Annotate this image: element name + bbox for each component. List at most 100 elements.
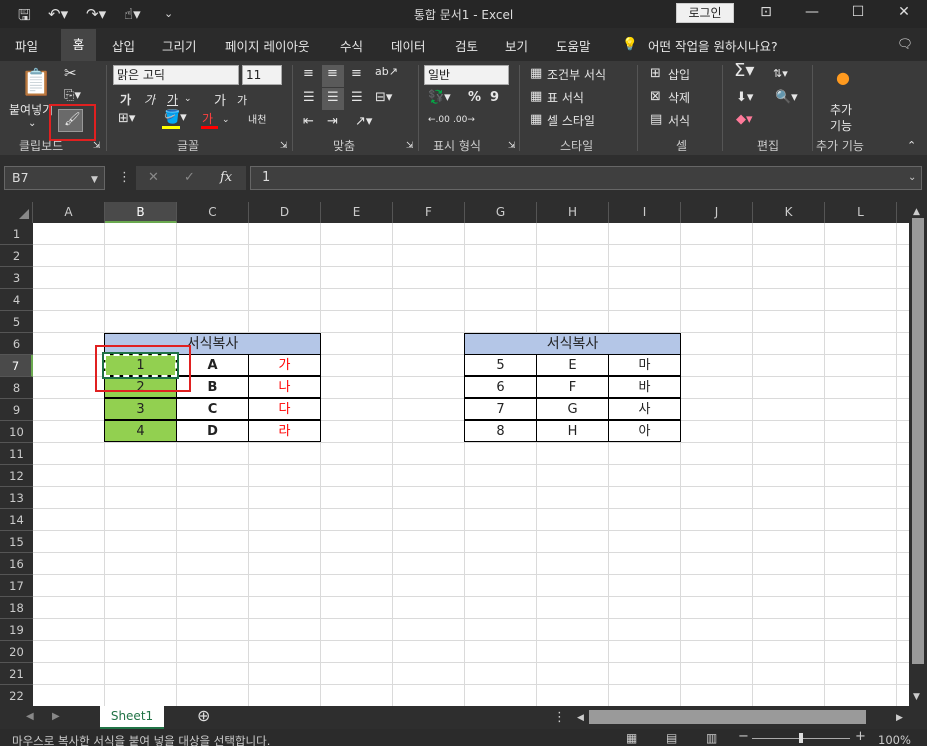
accounting-format-icon[interactable]: 💱▾ — [428, 91, 451, 105]
tab-formulas[interactable]: 수식 — [340, 36, 363, 55]
cancel-icon[interactable]: ✕ — [148, 171, 159, 185]
cell-i9[interactable]: 사 — [608, 398, 681, 420]
zoom-slider-handle[interactable] — [799, 733, 803, 743]
bottom-align-icon[interactable]: ≡ — [351, 67, 362, 81]
next-sheet-icon[interactable]: ▶ — [52, 710, 60, 724]
minimize-icon[interactable]: — — [797, 4, 827, 20]
page-break-view-icon[interactable]: ▥ — [706, 731, 717, 745]
autosum-icon[interactable]: Σ▾ — [734, 62, 754, 80]
column-header[interactable]: A — [33, 202, 105, 223]
cell-b9[interactable]: 3 — [104, 398, 177, 420]
row-header[interactable]: 17 — [0, 575, 33, 597]
align-left-icon[interactable]: ☰ — [303, 91, 315, 105]
column-header-selected[interactable]: B — [105, 202, 177, 223]
cell-d10[interactable]: 라 — [248, 420, 321, 442]
tab-data[interactable]: 데이터 — [391, 36, 426, 55]
cell-b10[interactable]: 4 — [104, 420, 177, 442]
comments-icon[interactable]: 🗨 — [897, 36, 913, 52]
dialog-launcher-icon[interactable]: ⇲ — [280, 139, 288, 153]
font-name-select[interactable]: 맑은 고딕 — [113, 65, 239, 85]
column-header[interactable]: C — [177, 202, 249, 223]
top-align-icon[interactable]: ≡ — [303, 67, 314, 81]
add-ins-button-line1[interactable]: 추가 — [830, 101, 852, 118]
cell-g7[interactable]: 5 — [464, 354, 537, 376]
chevron-down-icon[interactable]: ⌄ — [184, 92, 192, 106]
row-header[interactable]: 6 — [0, 333, 33, 355]
row-header[interactable]: 21 — [0, 663, 33, 685]
sort-filter-icon[interactable]: ⇅▾ — [773, 67, 788, 81]
sheet-tab-sheet1[interactable]: Sheet1 — [100, 706, 164, 729]
close-icon[interactable]: ✕ — [889, 4, 919, 20]
expand-formula-bar-icon[interactable]: ⌄ — [908, 171, 916, 185]
row-header[interactable]: 5 — [0, 311, 33, 333]
chevron-down-icon[interactable]: ▼ — [91, 173, 98, 187]
italic-button[interactable]: 가 — [144, 91, 155, 108]
row-header[interactable]: 1 — [0, 223, 33, 245]
scroll-down-icon[interactable]: ▼ — [913, 690, 920, 704]
scroll-up-icon[interactable]: ▲ — [913, 205, 920, 219]
row-header[interactable]: 8 — [0, 377, 33, 399]
column-header[interactable]: G — [465, 202, 537, 223]
row-header[interactable]: 16 — [0, 553, 33, 575]
zoom-level[interactable]: 100% — [878, 733, 911, 747]
insert-function-button[interactable]: fx — [220, 171, 232, 185]
cell-d7[interactable]: 가 — [248, 354, 321, 376]
zoom-in-icon[interactable]: + — [855, 730, 866, 744]
cell-c9[interactable]: C — [176, 398, 249, 420]
column-header[interactable]: K — [753, 202, 825, 223]
column-header[interactable]: J — [681, 202, 753, 223]
conditional-format-button[interactable]: 조건부 서식 — [547, 66, 606, 83]
scrollbar-thumb[interactable] — [912, 218, 924, 664]
merge-center-icon[interactable]: ⊟▾ — [375, 91, 392, 105]
cell-h7[interactable]: E — [536, 354, 609, 376]
page-layout-view-icon[interactable]: ▤ — [666, 731, 677, 745]
cell-c10[interactable]: D — [176, 420, 249, 442]
cell-h8[interactable]: F — [536, 376, 609, 398]
row-header[interactable]: 12 — [0, 465, 33, 487]
column-header[interactable]: I — [609, 202, 681, 223]
cell-g10[interactable]: 8 — [464, 420, 537, 442]
shrink-font-button[interactable]: 가 — [237, 92, 247, 108]
scroll-right-icon[interactable]: ▶ — [896, 711, 903, 725]
formula-input[interactable]: 1 — [250, 166, 922, 190]
cell-i10[interactable]: 아 — [608, 420, 681, 442]
row-header[interactable]: 13 — [0, 487, 33, 509]
row-header[interactable]: 18 — [0, 597, 33, 619]
row-header[interactable]: 9 — [0, 399, 33, 421]
text-orientation-icon[interactable]: ab↗ — [375, 65, 398, 79]
login-button[interactable]: 로그인 — [676, 3, 734, 23]
zoom-out-icon[interactable]: − — [738, 730, 749, 744]
worksheet-grid[interactable]: 서식복사 1 A 가 2 B 나 3 C 다 4 D 라 서식복사 5 E 마 … — [33, 223, 909, 706]
dialog-launcher-icon[interactable]: ⇲ — [406, 139, 414, 153]
select-all-button[interactable] — [0, 202, 33, 223]
tab-home[interactable]: 홈 — [61, 29, 96, 61]
phonetic-guide-button[interactable]: 내천 — [248, 111, 266, 126]
insert-cells-button[interactable]: 삽입 — [668, 66, 690, 83]
table-header-right[interactable]: 서식복사 — [464, 333, 681, 355]
tell-me-search[interactable]: 어떤 작업을 원하시나요? — [648, 36, 778, 55]
delete-cells-button[interactable]: 삭제 — [668, 89, 690, 106]
middle-align-icon[interactable]: ≡ — [327, 67, 338, 81]
name-box[interactable]: B7 — [4, 166, 105, 190]
dialog-launcher-icon[interactable]: ⇲ — [508, 139, 516, 153]
orientation-icon[interactable]: ↗▾ — [355, 115, 372, 129]
cell-d9[interactable]: 다 — [248, 398, 321, 420]
cell-h10[interactable]: H — [536, 420, 609, 442]
vertical-scrollbar[interactable]: ▲ ▼ — [909, 202, 927, 706]
cell-g8[interactable]: 6 — [464, 376, 537, 398]
row-header[interactable]: 15 — [0, 531, 33, 553]
tab-draw[interactable]: 그리기 — [162, 36, 197, 55]
previous-sheet-icon[interactable]: ◀ — [26, 710, 34, 724]
format-cells-button[interactable]: 서식 — [668, 112, 690, 129]
dialog-launcher-icon[interactable]: ⇲ — [93, 139, 101, 153]
tab-help[interactable]: 도움말 — [556, 36, 591, 55]
format-as-table-button[interactable]: 표 서식 — [547, 89, 584, 106]
chevron-down-icon[interactable]: ⌄ — [28, 117, 36, 131]
column-header[interactable]: H — [537, 202, 609, 223]
maximize-icon[interactable]: ☐ — [843, 4, 873, 20]
row-header[interactable]: 10 — [0, 421, 33, 443]
align-right-icon[interactable]: ☰ — [351, 91, 363, 105]
row-header[interactable]: 14 — [0, 509, 33, 531]
row-header[interactable]: 20 — [0, 641, 33, 663]
chevron-down-icon[interactable]: ⌄ — [222, 113, 230, 127]
